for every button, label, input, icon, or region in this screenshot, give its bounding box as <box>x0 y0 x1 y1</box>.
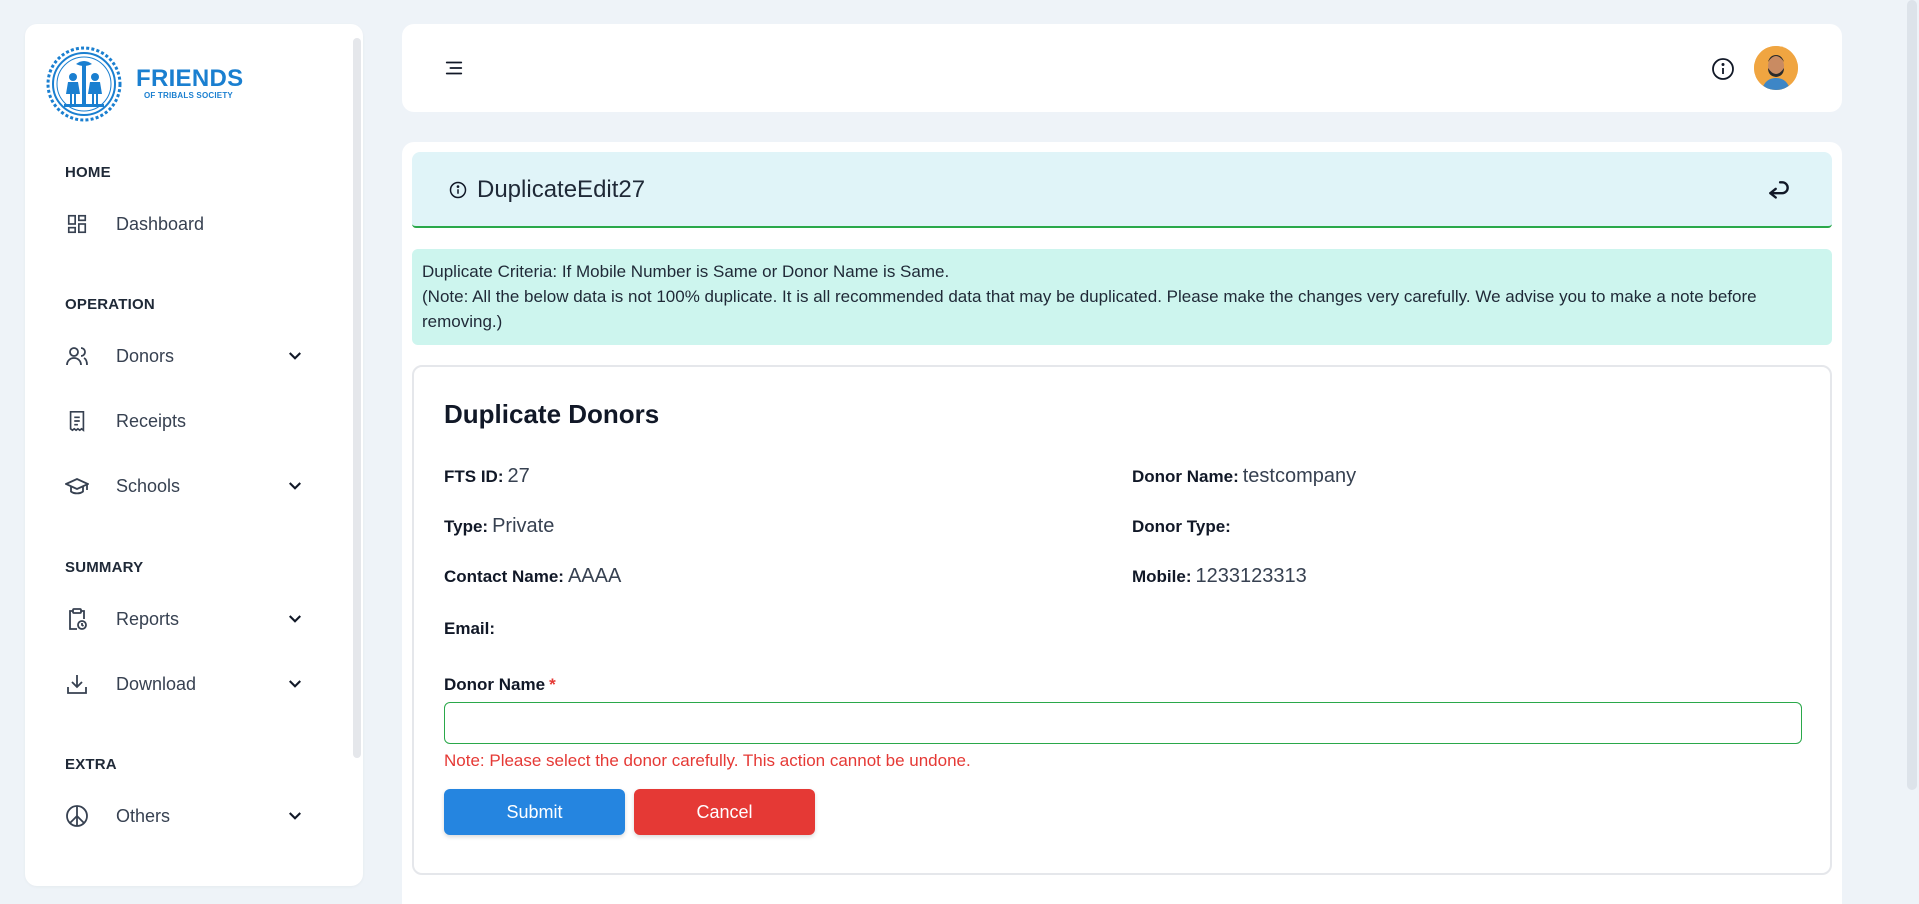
sidebar-item-label: Others <box>116 805 171 826</box>
sidebar-item-reports[interactable]: Reports <box>65 599 305 639</box>
donor-name-input[interactable] <box>444 702 1802 744</box>
sidebar-scrollbar[interactable] <box>353 38 361 758</box>
society-emblem-icon <box>46 46 122 122</box>
graduation-cap-icon <box>65 474 89 498</box>
chevron-down-icon[interactable] <box>285 674 305 694</box>
info-icon[interactable] <box>1710 56 1736 82</box>
field-value: AAAA <box>567 565 622 587</box>
info-icon <box>448 180 468 200</box>
return-icon[interactable] <box>1764 176 1794 206</box>
sidebar-item-dashboard[interactable]: Dashboard <box>65 204 305 244</box>
clipboard-icon <box>65 607 89 631</box>
section-title-extra: EXTRA <box>65 756 117 773</box>
sidebar-item-download[interactable]: Download <box>65 664 305 704</box>
field-label: Donor Name: <box>1132 467 1239 486</box>
field-value: 27 <box>507 465 530 487</box>
section-title-operation: OPERATION <box>65 296 155 313</box>
peace-icon <box>65 804 89 828</box>
sidebar-item-receipts[interactable]: Receipts <box>65 401 305 441</box>
sidebar-item-label: Download <box>116 673 197 694</box>
field-value: 1233123313 <box>1195 565 1307 587</box>
users-icon <box>65 344 89 368</box>
sidebar: FRIENDS OF TRIBALS SOCIETY HOME Dashboar… <box>25 24 363 886</box>
submit-button[interactable]: Submit <box>444 789 625 835</box>
field-label: Contact Name: <box>444 567 564 586</box>
required-mark: * <box>549 675 556 694</box>
sidebar-item-donors[interactable]: Donors <box>65 336 305 376</box>
sidebar-item-label: Dashboard <box>116 213 205 234</box>
field-fts-id: FTS ID: 27 <box>444 465 530 488</box>
menu-icon[interactable] <box>440 54 468 82</box>
chevron-down-icon[interactable] <box>285 476 305 496</box>
sidebar-item-schools[interactable]: Schools <box>65 466 305 506</box>
user-avatar[interactable] <box>1754 46 1798 90</box>
page-title: DuplicateEdit27 <box>477 176 646 203</box>
criteria-text: Duplicate Criteria: If Mobile Number is … <box>422 262 950 281</box>
warning-note: Note: Please select the donor carefully.… <box>444 751 971 770</box>
sidebar-item-others[interactable]: Others <box>65 796 305 836</box>
sidebar-item-label: Receipts <box>116 410 187 431</box>
donor-name-label-text: Donor Name <box>444 675 546 694</box>
topbar <box>402 24 1842 112</box>
page-header: DuplicateEdit27 <box>412 152 1832 228</box>
section-title-home: HOME <box>65 164 111 181</box>
receipt-icon <box>65 409 89 433</box>
criteria-note: (Note: All the below data is not 100% du… <box>422 287 1757 331</box>
brand-name: FRIENDS <box>136 65 244 92</box>
field-type: Type: Private <box>444 515 554 538</box>
donor-name-label: Donor Name * <box>444 675 556 695</box>
section-title-summary: SUMMARY <box>65 559 144 576</box>
chevron-down-icon[interactable] <box>285 346 305 366</box>
chevron-down-icon[interactable] <box>285 806 305 826</box>
duplicate-donors-card: Duplicate Donors FTS ID: 27 Donor Name: te… <box>412 365 1832 875</box>
duplicate-criteria-notice: Duplicate Criteria: If Mobile Number is … <box>412 249 1832 345</box>
brand-subtitle: OF TRIBALS SOCIETY <box>144 91 233 100</box>
field-label: Donor Type: <box>1132 517 1231 536</box>
field-value: Private <box>492 515 555 537</box>
field-label: FTS ID: <box>444 467 504 486</box>
brand-text: FRIENDS OF TRIBALS SOCIETY <box>136 67 243 101</box>
field-label: Mobile: <box>1132 567 1192 586</box>
field-contact-name: Contact Name: AAAA <box>444 565 621 588</box>
field-label: Email: <box>444 619 496 638</box>
chevron-down-icon[interactable] <box>285 609 305 629</box>
main-content: DuplicateEdit27 Duplicate Criteria: If M… <box>402 142 1842 904</box>
field-mobile: Mobile: 1233123313 <box>1132 565 1307 588</box>
field-donor-type: Donor Type: <box>1132 515 1235 538</box>
field-email: Email: <box>444 617 499 640</box>
dashboard-icon <box>65 212 89 236</box>
brand-logo[interactable]: FRIENDS OF TRIBALS SOCIETY <box>44 44 243 124</box>
sidebar-item-label: Schools <box>116 475 181 496</box>
field-label: Type: <box>444 517 489 536</box>
page-scrollbar[interactable] <box>1907 0 1917 790</box>
field-value: testcompany <box>1242 465 1357 487</box>
sidebar-item-label: Donors <box>116 345 175 366</box>
sidebar-item-label: Reports <box>116 608 180 629</box>
field-donor-name: Donor Name: testcompany <box>1132 465 1356 488</box>
cancel-button[interactable]: Cancel <box>634 789 815 835</box>
card-title: Duplicate Donors <box>444 399 660 429</box>
download-icon <box>65 672 89 696</box>
